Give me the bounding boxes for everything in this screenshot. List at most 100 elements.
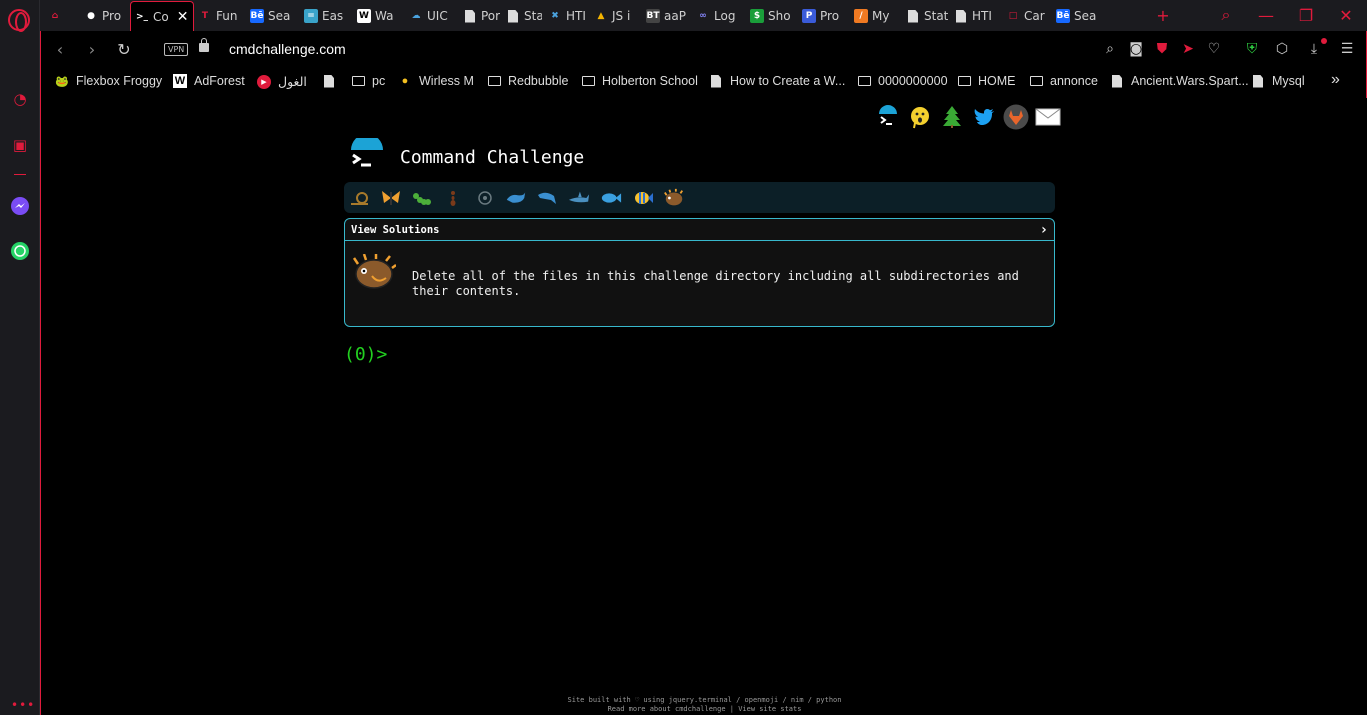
tab-label: Sho [768,9,791,23]
send-icon[interactable]: ➤ [1179,40,1197,58]
bookmark-label: 0000000000 [878,74,948,88]
browser-tab[interactable]: ✖ HTI [548,4,588,28]
bookmark-item[interactable]: ● Wirless M [398,74,474,88]
page-icon [1110,74,1124,88]
bookmark-item[interactable]: Redbubble [487,74,568,88]
folder-icon [957,74,971,88]
bookmark-item[interactable]: ▶ الغول [257,74,307,89]
restore-button[interactable]: ❐ [1296,5,1316,25]
ant-icon[interactable] [442,187,464,209]
forward-button[interactable]: › [83,40,101,59]
caterpillar-icon[interactable] [411,187,433,209]
close-tab-icon[interactable]: ✕ [177,9,189,25]
bookmark-item[interactable] [322,74,336,88]
wl-icon: W [357,9,371,23]
browser-tab[interactable]: T Fun [198,4,244,28]
footer-links[interactable]: Read more about cmdchallenge | View site… [41,705,1367,714]
gitlab-icon[interactable] [1003,104,1029,130]
dolphin-icon[interactable] [536,187,558,209]
browser-tab[interactable]: ☁ UIC [409,4,457,28]
speed-dial-icon[interactable]: ◔ [10,89,30,109]
folder-icon [351,74,365,88]
tropical-fish-icon[interactable] [632,187,654,209]
heart-icon[interactable]: ♡ [1205,40,1223,58]
bookmark-item[interactable]: 🐸 Flexbox Froggy [55,74,162,88]
bookmark-item[interactable]: Ancient.Wars.Spart... [1110,74,1249,88]
bookmark-item[interactable]: How to Create a W... [709,74,845,88]
bookmark-item[interactable]: W AdForest [173,74,245,88]
browser-tab[interactable]: ∞ Log [696,4,744,28]
browser-tab[interactable]: Bē Sea [1056,4,1105,28]
terminal-logo-icon[interactable] [875,104,901,130]
adblock-shield-icon[interactable]: ⛊ [1153,40,1171,58]
tab-label: Stat [924,9,948,23]
close-window-button[interactable]: ✕ [1336,5,1356,25]
mail-icon[interactable] [1035,104,1061,130]
whatsapp-icon[interactable] [10,241,30,261]
bookmark-item[interactable]: pc [351,74,385,88]
messenger-icon[interactable] [10,196,30,216]
browser-tab[interactable]: >_ Co ✕ [130,1,194,31]
vscode-icon: ✖ [551,11,559,21]
lock-icon[interactable] [199,38,209,52]
tab-label: Car [1024,9,1045,23]
camera-icon[interactable]: ◙ [1127,40,1145,58]
search-tabs-icon[interactable]: ⌕ [1216,5,1236,25]
whale-icon[interactable] [505,187,527,209]
browser-tab[interactable]: □ Car [1006,4,1050,28]
bookmark-item[interactable]: Holberton School [581,74,698,88]
emoji-face-icon[interactable] [907,104,933,130]
butterfly-icon[interactable] [380,187,402,209]
sidebar-more-icon[interactable]: ••• [11,698,35,712]
browser-tab[interactable]: ● Pro [84,4,124,28]
opera-logo-icon[interactable] [8,9,30,32]
terminal-prompt[interactable]: (0)> [344,344,387,365]
search-icon[interactable]: ⌕ [1101,40,1119,58]
back-button[interactable]: ‹ [51,40,69,59]
pufferfish-icon [352,253,397,290]
chevron-right-icon[interactable]: › [1040,222,1048,238]
fish-icon[interactable] [600,187,622,209]
challenge-description: Delete all of the files in this challeng… [412,269,1019,298]
browser-tab[interactable]: $ Sho [750,4,796,28]
browser-tab[interactable]: Bē Sea [250,4,298,28]
bookmark-label: annonce [1050,74,1098,88]
url-field[interactable]: cmdchallenge.com [229,41,346,57]
browser-tab[interactable]: Por [463,4,500,28]
easy-setup-icon[interactable]: ☰ [1338,40,1356,58]
tree-icon[interactable] [939,104,965,130]
browser-tab[interactable]: BT aaP [646,4,690,28]
browser-tab[interactable]: HTI [954,4,1000,28]
browser-tab[interactable]: P Pro [802,4,848,28]
browser-tab[interactable]: = Eas [304,4,351,28]
bookmark-item[interactable]: HOME [957,74,1016,88]
lock-badge-icon[interactable] [474,187,496,209]
browser-tab[interactable]: ⌂ [48,4,78,28]
browser-tab[interactable]: ▲ JS i [594,4,640,28]
more-bookmarks-icon[interactable]: » [1331,71,1340,89]
new-tab-button[interactable]: + [1153,5,1173,25]
view-solutions-label[interactable]: View Solutions [351,224,440,236]
view-solutions-header[interactable]: View Solutions › [345,219,1054,241]
snail-icon[interactable] [349,187,371,209]
shield-check-icon[interactable]: ⛨ [1243,40,1261,58]
browser-tab[interactable]: / My [854,4,900,28]
minimize-button[interactable]: — [1256,5,1276,25]
vpn-badge[interactable]: VPN [164,43,189,56]
behance-icon: Bē [250,9,264,23]
twitter-icon[interactable] [971,104,997,130]
download-icon[interactable]: ⤓ [1305,40,1323,58]
browser-tab[interactable]: W Wa [357,4,403,28]
cube-icon[interactable]: ⬡ [1273,40,1291,58]
pufferfish-icon[interactable] [663,187,685,209]
browser-tab[interactable]: Stat [906,4,948,28]
challenge-badges-bar [344,182,1055,213]
bookmark-item[interactable]: Mysql [1251,74,1305,88]
reload-button[interactable]: ↻ [115,40,133,59]
bag-icon[interactable]: ▣ [10,135,30,155]
bookmark-item[interactable]: 0000000000 [857,74,948,88]
page-icon [1251,74,1265,88]
browser-tab[interactable]: Stat [506,4,542,28]
bookmark-item[interactable]: annonce [1029,74,1098,88]
shark-icon[interactable] [568,187,590,209]
